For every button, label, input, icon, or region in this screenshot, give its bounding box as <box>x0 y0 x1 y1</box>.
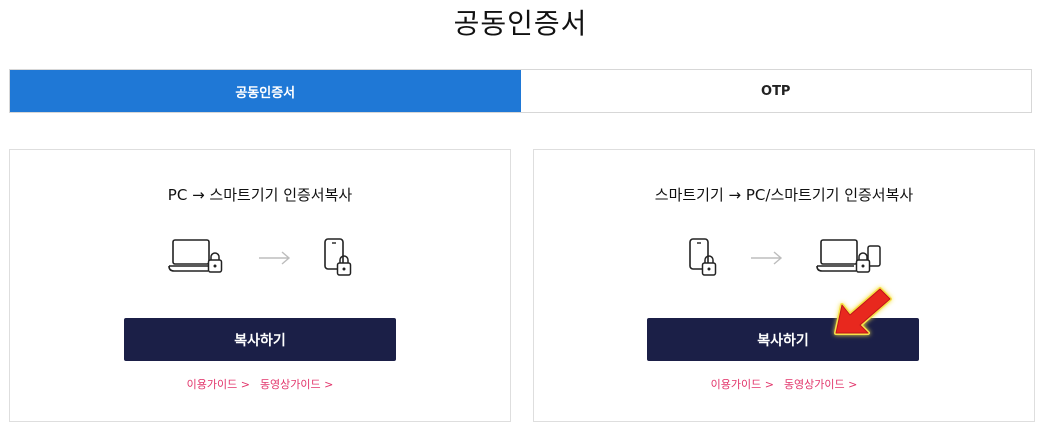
copy-card-smart-to-pc: 스마트기기 → PC/스마트기기 인증서복사 복사하기 이용가이드 > 동영상가이… <box>533 149 1035 422</box>
card-title: PC → 스마트기기 인증서복사 <box>167 186 353 204</box>
copy-card-pc-to-smart: PC → 스마트기기 인증서복사 복사하기 이용가이드 > 동영상가이드 > <box>9 149 511 422</box>
arrow-right-icon <box>751 251 783 265</box>
video-guide-link[interactable]: 동영상가이드 > <box>260 378 333 391</box>
copy-button[interactable]: 복사하기 <box>124 318 396 361</box>
card-title: 스마트기기 → PC/스마트기기 인증서복사 <box>654 186 914 204</box>
phone-lock-icon <box>689 238 717 276</box>
tab-otp[interactable]: OTP <box>520 70 1031 112</box>
video-guide-link[interactable]: 동영상가이드 > <box>784 378 857 391</box>
icon-row <box>10 236 510 286</box>
icon-row <box>534 236 1034 286</box>
arrow-right-icon <box>259 251 291 265</box>
phone-lock-icon <box>324 238 352 276</box>
laptop-lock-icon <box>168 239 223 273</box>
usage-guide-link[interactable]: 이용가이드 > <box>711 378 774 391</box>
page-title: 공동인증서 <box>453 7 588 40</box>
guide-links: 이용가이드 > 동영상가이드 > <box>10 376 510 392</box>
tab-bar: 공동인증서 OTP <box>9 69 1032 113</box>
laptop-phone-lock-icon <box>816 239 881 273</box>
guide-links: 이용가이드 > 동영상가이드 > <box>534 376 1034 392</box>
usage-guide-link[interactable]: 이용가이드 > <box>187 378 250 391</box>
annotation-arrow-icon <box>834 287 892 335</box>
tab-certificate[interactable]: 공동인증서 <box>10 70 521 112</box>
